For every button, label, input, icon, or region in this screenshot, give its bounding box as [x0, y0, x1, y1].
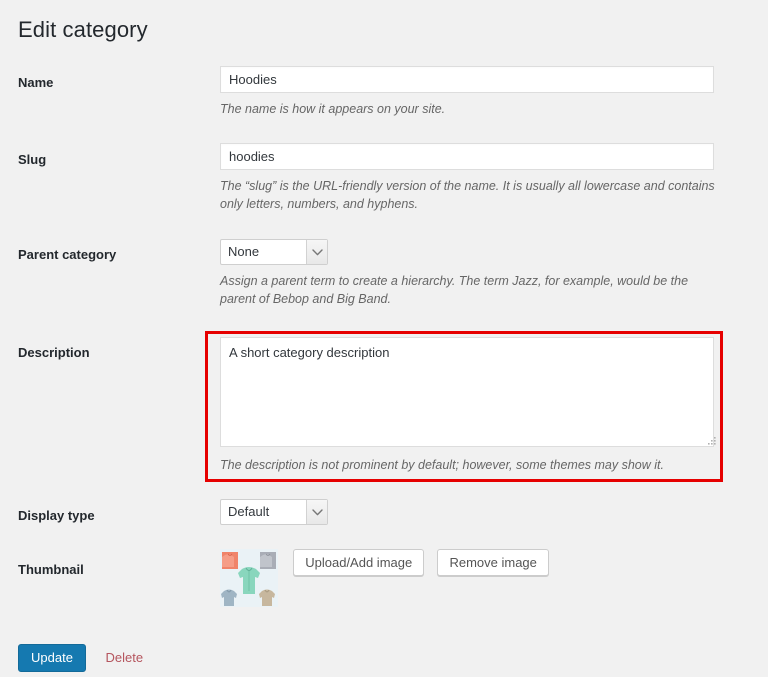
- display-type-label: Display type: [18, 507, 95, 524]
- name-field-group: The name is how it appears on your site.: [220, 66, 720, 118]
- parent-category-select[interactable]: None: [220, 239, 328, 265]
- upload-add-image-button[interactable]: Upload/Add image: [293, 549, 424, 576]
- parent-category-help-text: Assign a parent term to create a hierarc…: [220, 272, 720, 308]
- page-title: Edit category: [18, 16, 148, 44]
- slug-label: Slug: [18, 151, 46, 168]
- description-textarea-wrap: A short category description: [220, 337, 720, 447]
- name-input[interactable]: [220, 66, 714, 93]
- slug-input[interactable]: [220, 143, 714, 170]
- thumbnail-label: Thumbnail: [18, 561, 84, 578]
- update-button[interactable]: Update: [18, 644, 86, 672]
- display-type-field-group: Default: [220, 499, 720, 525]
- display-type-select-wrap[interactable]: Default: [220, 499, 328, 525]
- remove-image-button[interactable]: Remove image: [437, 549, 548, 576]
- name-label: Name: [18, 74, 53, 91]
- display-type-select[interactable]: Default: [220, 499, 328, 525]
- thumbnail-field-group: Upload/Add image Remove image: [220, 549, 720, 607]
- name-help-text: The name is how it appears on your site.: [220, 100, 720, 118]
- thumbnail-preview-image[interactable]: [220, 549, 278, 607]
- description-field-group: A short category description The descrip…: [220, 337, 720, 474]
- description-label: Description: [18, 344, 90, 361]
- submit-area: Update Delete: [18, 644, 143, 672]
- parent-category-label: Parent category: [18, 246, 116, 263]
- edit-category-page: Edit category Name The name is how it ap…: [0, 0, 768, 677]
- parent-category-select-wrap[interactable]: None: [220, 239, 328, 265]
- slug-field-group: The “slug” is the URL-friendly version o…: [220, 143, 720, 213]
- parent-category-field-group: None Assign a parent term to create a hi…: [220, 239, 720, 308]
- slug-help-text: The “slug” is the URL-friendly version o…: [220, 177, 720, 213]
- description-textarea[interactable]: A short category description: [220, 337, 714, 447]
- description-help-text: The description is not prominent by defa…: [220, 456, 720, 474]
- delete-link[interactable]: Delete: [106, 644, 144, 672]
